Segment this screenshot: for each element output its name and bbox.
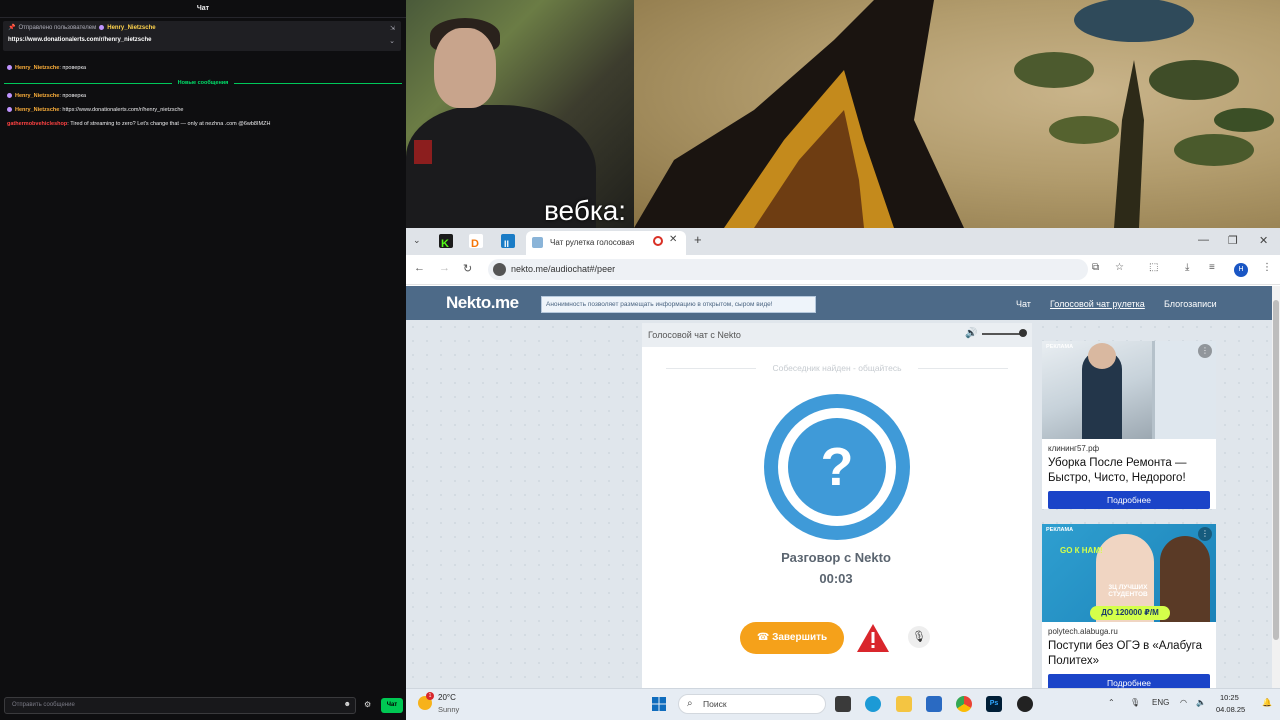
store-icon[interactable] bbox=[926, 696, 942, 712]
user-badge-icon bbox=[7, 107, 12, 113]
ad-more-button[interactable]: Подробнее bbox=[1048, 491, 1210, 509]
scrollbar-thumb[interactable] bbox=[1273, 300, 1279, 640]
new-messages-divider: Новые сообщения bbox=[4, 78, 403, 88]
task-view-icon[interactable] bbox=[835, 696, 851, 712]
ad-tag: РЕКЛАМА bbox=[1046, 527, 1074, 533]
nav-link-blog[interactable]: Блогозаписи bbox=[1164, 299, 1217, 309]
ad-image-text: GO К НАМ! bbox=[1060, 546, 1103, 555]
nav-link-voice-chat[interactable]: Голосовой чат рулетка bbox=[1050, 299, 1145, 309]
ad-more-button[interactable]: Подробнее bbox=[1048, 674, 1210, 688]
obs-icon[interactable] bbox=[1017, 696, 1033, 712]
chat-input[interactable]: Отправить сообщение ☻ bbox=[4, 697, 356, 714]
ad-card[interactable]: GO К НАМ! 3Ц ЛУЧШИХ СТУДЕНТОВ ДО 120000 … bbox=[1042, 524, 1216, 688]
ad-card[interactable]: РЕКЛАМА ⋮ клининг57.рф Уборка После Ремо… bbox=[1042, 341, 1216, 509]
language-indicator[interactable]: ENG bbox=[1152, 698, 1169, 707]
volume-icon[interactable]: 🔊 bbox=[965, 328, 977, 339]
chat-text: Tired of streaming to zero? Let's change… bbox=[70, 121, 271, 127]
unpin-icon[interactable]: ⇲ bbox=[390, 25, 395, 32]
nav-link-chat[interactable]: Чат bbox=[1016, 299, 1031, 309]
taskbar-search[interactable]: ⌕ Поиск bbox=[678, 694, 826, 714]
ad-tag: РЕКЛАМА bbox=[1046, 344, 1074, 350]
pin-icon: 📌 bbox=[8, 25, 16, 31]
chat-message: Henry_Nietzsche: https://www.donationale… bbox=[7, 106, 183, 114]
report-warning-icon[interactable] bbox=[856, 623, 890, 653]
notification-icon[interactable]: 🔔 bbox=[1262, 698, 1272, 707]
status-text: Собеседник найден - общайтесь bbox=[772, 363, 902, 373]
pinned-by-label: Отправлено пользователем bbox=[18, 24, 97, 31]
weather-badge: 1 bbox=[426, 692, 434, 700]
tray-overflow-icon[interactable]: ⌃ bbox=[1108, 698, 1115, 707]
site-logo[interactable]: Nekto.me bbox=[446, 293, 519, 313]
weather-temperature[interactable]: 20°C bbox=[438, 693, 456, 702]
volume-slider[interactable] bbox=[982, 333, 1024, 335]
chat-nick[interactable]: Henry_Nietzsche bbox=[15, 107, 59, 113]
ad-domain[interactable]: клининг57.рф bbox=[1042, 439, 1216, 453]
user-badge-icon bbox=[7, 93, 12, 99]
microphone-icon[interactable]: 🎙 bbox=[908, 626, 930, 648]
ad-domain[interactable]: polytech.alabuga.ru bbox=[1042, 622, 1216, 636]
volume-slider-handle[interactable] bbox=[1019, 329, 1027, 337]
phone-hangup-icon: ☎ bbox=[756, 632, 770, 643]
ad-menu-icon[interactable]: ⋮ bbox=[1198, 527, 1212, 541]
webcam-label: вебка: bbox=[544, 195, 627, 226]
search-icon: ⌕ bbox=[687, 698, 693, 709]
chat-text: проверка bbox=[62, 65, 87, 71]
pinned-message[interactable]: 📌 Отправлено пользователем Henry_Nietzsc… bbox=[3, 21, 401, 51]
chat-text: проверка bbox=[62, 93, 87, 99]
wifi-icon[interactable]: ◠ bbox=[1180, 698, 1187, 707]
chevron-down-icon[interactable]: ⌄ bbox=[389, 37, 395, 45]
chat-nick[interactable]: Henry_Nietzsche bbox=[15, 93, 59, 99]
file-explorer-icon[interactable] bbox=[896, 696, 912, 712]
ad-title[interactable]: Поступи без ОГЭ в «Алабуга Политех» bbox=[1042, 636, 1216, 669]
emote-icon[interactable]: ☻ bbox=[344, 701, 351, 708]
ad-title[interactable]: Уборка После Ремонта — Быстро, Чисто, Не… bbox=[1042, 453, 1216, 486]
edge-icon[interactable] bbox=[865, 696, 881, 712]
photoshop-icon[interactable]: Ps bbox=[986, 696, 1002, 712]
ad-menu-icon[interactable]: ⋮ bbox=[1198, 344, 1212, 358]
weather-condition[interactable]: Sunny bbox=[438, 705, 459, 714]
pinned-by-user[interactable]: Henry_Nietzsche bbox=[107, 25, 155, 31]
chat-title: Чат bbox=[0, 0, 406, 18]
webcam-feed bbox=[406, 0, 634, 228]
site-notice: Анонимность позволяет размещать информац… bbox=[541, 296, 816, 313]
chrome-icon[interactable] bbox=[956, 696, 972, 712]
user-badge-icon bbox=[7, 65, 12, 71]
pinned-text[interactable]: https://www.donationalerts.com/r/henry_n… bbox=[8, 37, 396, 43]
end-call-button[interactable]: ☎ Завершить bbox=[740, 622, 844, 654]
web-page: Nekto.me Анонимность позволяет размещать… bbox=[406, 228, 1280, 688]
question-icon: ? bbox=[788, 418, 886, 516]
ad-image[interactable]: GO К НАМ! 3Ц ЛУЧШИХ СТУДЕНТОВ ДО 120000 … bbox=[1042, 524, 1216, 622]
ad-image[interactable]: РЕКЛАМА ⋮ bbox=[1042, 341, 1216, 439]
ad-image-text: 3Ц ЛУЧШИХ СТУДЕНТОВ bbox=[1108, 584, 1148, 598]
gear-icon[interactable]: ⚙ bbox=[364, 700, 371, 709]
conversation-title: Разговор с Nekto bbox=[781, 550, 891, 565]
chat-message: Henry_Nietzsche: проверка bbox=[7, 64, 86, 72]
chat-text: https://www.donationalerts.com/r/henry_n… bbox=[62, 107, 184, 113]
windows-start-icon[interactable] bbox=[652, 697, 666, 711]
tray-mic-icon[interactable]: 🎙 bbox=[1130, 698, 1140, 707]
chat-message: gathermobvehicleshop: Tired of streaming… bbox=[7, 121, 271, 127]
clock-time[interactable]: 10:25 bbox=[1220, 693, 1239, 702]
chat-send-button[interactable]: Чат bbox=[381, 698, 403, 713]
chat-nick[interactable]: Henry_Nietzsche bbox=[15, 65, 59, 71]
ad-image-text: ДО 120000 ₽/М bbox=[1090, 606, 1170, 620]
chat-panel: Чат 📌 Отправлено пользователем Henry_Nie… bbox=[0, 0, 406, 720]
user-badge-icon bbox=[99, 25, 105, 30]
chat-message: Henry_Nietzsche: проверка bbox=[7, 92, 86, 100]
volume-tray-icon[interactable]: 🔈 bbox=[1196, 698, 1206, 707]
background-painting bbox=[634, 0, 1280, 228]
call-timer: 00:03 bbox=[819, 571, 853, 586]
clock-date[interactable]: 04.08.25 bbox=[1216, 705, 1245, 714]
chat-nick[interactable]: gathermobvehicleshop bbox=[7, 121, 67, 127]
